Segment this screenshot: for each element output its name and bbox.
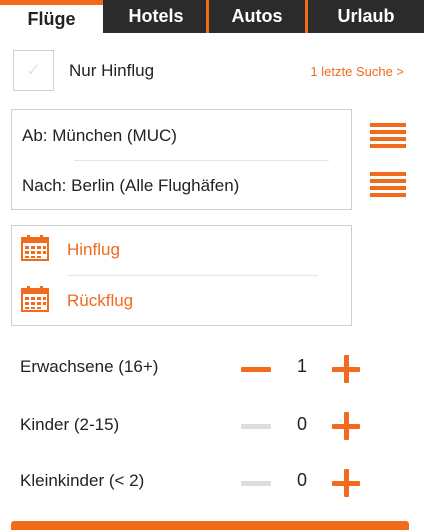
oneway-label: Nur Hinflug: [69, 61, 155, 80]
children-plus-button[interactable]: [332, 412, 360, 440]
infants-plus-button[interactable]: [332, 469, 360, 497]
adults-minus-button[interactable]: [241, 367, 271, 372]
route-divider: [74, 160, 329, 161]
dates-box: Hinflug Rückflug: [11, 225, 352, 326]
tab-holidays[interactable]: Urlaub: [308, 0, 424, 33]
outbound-date-field[interactable]: Hinflug: [67, 240, 120, 260]
infants-count: 0: [296, 470, 307, 490]
check-icon: ✓: [25, 60, 42, 80]
children-label: Kinder (2-15): [20, 415, 120, 434]
origin-field[interactable]: Ab: München (MUC): [22, 126, 177, 146]
children-count: 0: [296, 414, 307, 434]
adults-count: 1: [296, 356, 307, 376]
recent-search-link[interactable]: 1 letzte Suche >: [310, 64, 404, 79]
tab-flights[interactable]: Flüge: [0, 0, 103, 33]
tab-hotels[interactable]: Hotels: [106, 0, 206, 33]
adults-label: Erwachsene (16+): [20, 357, 159, 376]
tab-bar: Flüge Hotels Autos Urlaub: [0, 0, 424, 33]
oneway-checkbox[interactable]: ✓: [13, 50, 54, 91]
infants-label: Kleinkinder (< 2): [20, 471, 145, 490]
dates-divider: [67, 275, 318, 276]
infants-minus-button[interactable]: [241, 481, 271, 486]
search-button[interactable]: [11, 521, 409, 530]
origin-list-icon[interactable]: [370, 123, 406, 149]
route-box: Ab: München (MUC) Nach: Berlin (Alle Flu…: [11, 109, 352, 210]
adults-plus-button[interactable]: [332, 355, 360, 383]
calendar-icon: [21, 235, 49, 261]
destination-field[interactable]: Nach: Berlin (Alle Flughäfen): [22, 176, 239, 196]
destination-list-icon[interactable]: [370, 172, 406, 198]
children-minus-button[interactable]: [241, 424, 271, 429]
return-date-field[interactable]: Rückflug: [67, 291, 133, 311]
tab-cars[interactable]: Autos: [209, 0, 305, 33]
calendar-icon: [21, 286, 49, 312]
